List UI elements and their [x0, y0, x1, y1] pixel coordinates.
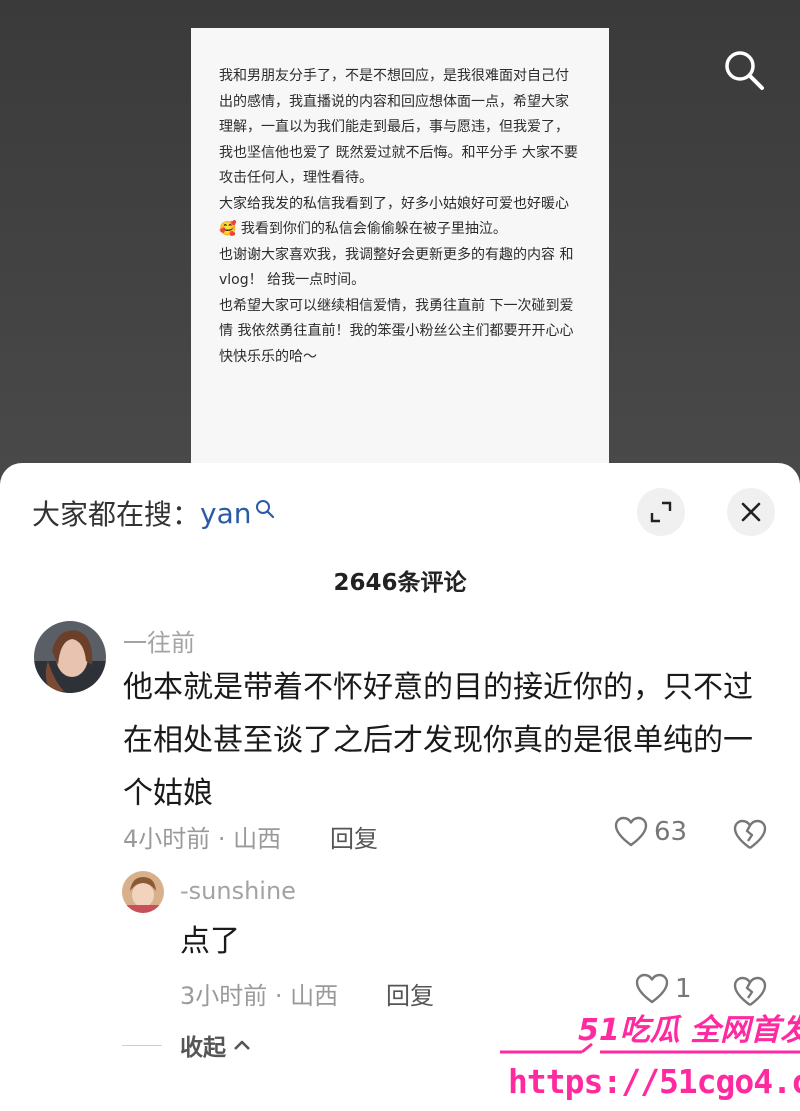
avatar-image — [34, 621, 106, 693]
reply-meta: 3小时前 · 山西 — [180, 982, 339, 1010]
collapse-label: 收起 — [180, 1035, 226, 1061]
reply-button[interactable]: 回复 — [330, 819, 378, 854]
post-paragraph-2: 大家给我发的私信我看到了，好多小姑娘好可爱也好暖心 🥰 我看到你们的私信会偷偷躲… — [219, 195, 574, 238]
post-viewer[interactable]: 我和男朋友分手了，不是不想回应，是我很难面对自己付出的感情，我直播说的内容和回应… — [0, 0, 800, 500]
comment-text: 他本就是带着不怀好意的目的接近你的，只不过在相处甚至谈了之后才发现你真的是很单纯… — [123, 670, 753, 811]
avatar[interactable] — [34, 621, 106, 693]
hot-search-bar[interactable]: 大家都在搜： yan — [32, 493, 276, 533]
divider — [122, 1044, 162, 1046]
hot-search-prefix: 大家都在搜： — [32, 498, 201, 531]
post-paragraph-4: 也希望大家可以继续相信爱情，我勇往直前 下一次碰到爱情 我依然勇往直前！我的笨蛋… — [219, 297, 574, 365]
comment-count: 2646条评论 — [333, 570, 467, 596]
watermark-logo-text: 51吃瓜 全网首发 — [578, 1013, 800, 1048]
reply-username[interactable]: -sunshine — [180, 877, 296, 905]
expand-button[interactable] — [637, 488, 685, 536]
post-paragraph-1: 我和男朋友分手了，不是不想回应，是我很难面对自己付出的感情，我直播说的内容和回应… — [219, 68, 578, 186]
search-icon[interactable] — [722, 48, 766, 92]
comment-username[interactable]: 一往前 — [123, 623, 195, 658]
heart-icon — [614, 816, 648, 847]
app-screen: 我和男朋友分手了，不是不想回应，是我很难面对自己付出的感情，我直播说的内容和回应… — [0, 0, 800, 1111]
reply-text: 点了 — [180, 924, 240, 959]
post-paragraph-3: 也谢谢大家喜欢我，我调整好会更新更多的有趣的内容 和vlog！ 给我一点时间。 — [219, 246, 574, 289]
reply-avatar-image — [122, 871, 164, 913]
post-image: 我和男朋友分手了，不是不想回应，是我很难面对自己付出的感情，我直播说的内容和回应… — [191, 28, 609, 498]
expand-icon — [650, 501, 672, 523]
chevron-up-icon — [234, 1040, 250, 1050]
small-search-icon — [255, 500, 274, 519]
watermark-url: https://51cgo4.com — [508, 1062, 800, 1101]
comment-meta: 4小时前 · 山西 — [123, 825, 282, 853]
like-button[interactable]: 63 — [614, 816, 687, 848]
like-count: 63 — [654, 817, 688, 847]
watermark-logo: 51吃瓜 全网首发 — [500, 1013, 800, 1054]
hot-search-keyword[interactable]: yan — [200, 497, 251, 530]
reply-avatar[interactable] — [122, 871, 164, 913]
close-button[interactable] — [727, 488, 775, 536]
collapse-replies[interactable]: 收起 — [122, 1028, 252, 1062]
broken-heart-icon[interactable] — [733, 819, 767, 851]
reply-reply-button[interactable]: 回复 — [386, 976, 434, 1011]
close-icon — [741, 502, 761, 522]
